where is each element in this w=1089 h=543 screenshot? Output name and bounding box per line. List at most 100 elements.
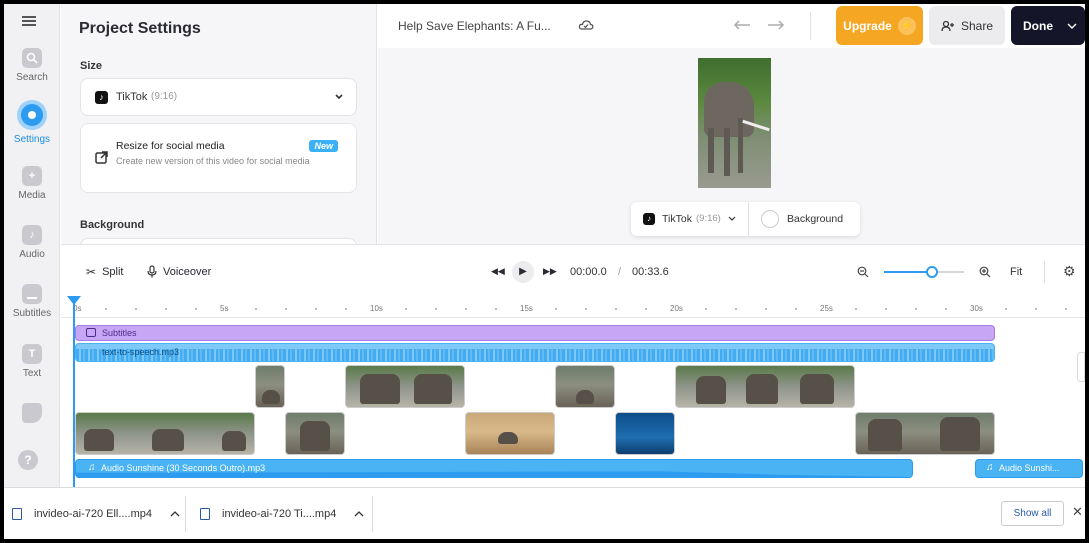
rail-item-audio[interactable]: ♪ Audio [4,225,60,260]
upgrade-button[interactable]: Upgrade ⚡ [836,6,923,45]
ruler-tick [585,308,587,310]
resize-description: Create new version of this video for soc… [116,156,310,166]
video-clip[interactable] [255,365,285,408]
size-value: TikTok [116,91,148,103]
rail-item-settings[interactable]: Settings [4,100,60,145]
music-label: Audio Sunshi... [999,463,1060,473]
redo-icon[interactable] [766,19,786,31]
search-icon [22,48,42,68]
video-clip[interactable] [555,365,615,408]
download-item-1[interactable]: invideo-ai-720 Ell....mp4 [12,488,180,539]
video-clip[interactable] [345,365,465,408]
total-time: 00:33.6 [632,266,669,278]
rail-item-text[interactable]: T Text [4,344,60,379]
zoom-in-icon[interactable] [979,266,991,278]
size-label: Size [80,60,103,72]
settings-icon [17,100,47,130]
rail-item-search[interactable]: Search [4,48,60,83]
media-icon: + [22,166,42,186]
done-button[interactable]: Done [1011,6,1085,45]
video-clip[interactable] [615,412,675,455]
background-label: Background [80,219,145,231]
ruler-tick [1005,308,1007,310]
ruler-tick [285,308,287,310]
chevron-up-icon[interactable] [170,510,180,518]
rail-item-label: Search [16,72,48,83]
share-button[interactable]: Share [929,6,1005,45]
ruler-tick-label: 5s [220,304,229,313]
format-name: TikTok [662,213,692,225]
ruler-tick [105,308,107,310]
rail-item-label: Subtitles [12,308,52,319]
skip-back-button[interactable]: ◀◀ [491,266,505,277]
undo-icon[interactable] [732,19,752,31]
menu-icon[interactable] [22,16,36,26]
rail-item-subtitles[interactable]: Subtitles [4,284,60,319]
show-all-button[interactable]: Show all [1001,501,1064,526]
video-clip[interactable] [855,412,995,455]
ruler-tick [855,308,857,310]
subtitles-track[interactable]: Subtitles [75,325,995,341]
rail-item-label: Audio [19,249,45,260]
rail-item-stickers[interactable] [4,403,60,427]
download-filename: invideo-ai-720 Ell....mp4 [34,508,153,520]
music-track[interactable]: ♫ Audio Sunshine (30 Seconds Outro).mp3 [75,459,913,478]
fit-button[interactable]: Fit [1010,266,1022,278]
microphone-icon [147,265,157,278]
settings-icon[interactable]: ⚙ [1063,263,1076,280]
download-item-2[interactable]: invideo-ai-720 Ti....mp4 [200,488,364,539]
zoom-slider-thumb[interactable] [926,266,938,278]
background-button[interactable]: Background [749,202,860,236]
tiktok-icon: ♪ [95,91,108,104]
rail-item-media[interactable]: + Media [4,166,60,201]
timeline-tracks: Subtitles text-to-speech.mp3 ♫ Audio Sun… [61,318,1085,487]
ruler-tick [795,308,797,310]
close-icon[interactable]: ✕ [1072,504,1083,520]
ruler-tick [645,308,647,310]
zoom-slider[interactable] [884,266,964,278]
zoom-out-icon[interactable] [857,266,869,278]
ruler-tick [405,308,407,310]
external-resize-icon [95,151,108,164]
timeline-ruler: 0s 5s 10s 15s 20s 25s 30s [61,296,1085,487]
video-clip[interactable] [285,412,345,455]
file-icon [12,508,22,520]
size-ratio: (9:16) [151,91,178,102]
video-clip[interactable] [675,365,855,408]
play-button[interactable]: ▶ [512,261,534,283]
scissors-icon: ✂ [86,265,97,279]
chevron-up-icon[interactable] [354,510,364,518]
ruler-tick [195,308,197,310]
format-dropdown[interactable]: ♪ TikTok (9:16) [631,202,749,236]
ruler-tick [345,308,347,310]
video-preview-frame[interactable] [698,58,771,188]
chevron-down-icon [335,94,343,100]
panel-toggle-handle[interactable] [1077,352,1085,382]
help-icon[interactable]: ? [18,450,38,470]
skip-forward-button[interactable]: ▶▶ [543,266,557,277]
rail-item-label: Text [22,368,42,379]
download-filename: invideo-ai-720 Ti....mp4 [222,508,337,520]
tts-audio-track[interactable]: text-to-speech.mp3 [75,343,995,362]
ruler-tick [915,308,917,310]
project-title[interactable]: Help Save Elephants: A Fu... [398,19,551,33]
ruler-tick-label: 20s [670,304,683,313]
size-dropdown[interactable]: ♪ TikTok (9:16) [80,78,357,116]
ruler-tick [465,308,467,310]
resize-social-card[interactable]: Resize for social media New Create new v… [80,123,357,193]
video-clip[interactable] [465,412,555,455]
audio-icon: ♪ [22,225,42,245]
ruler-tick [315,308,317,310]
music-track-2[interactable]: ♫ Audio Sunshi... [975,459,1083,478]
voiceover-button[interactable]: Voiceover [147,265,211,278]
ruler-tick [495,308,497,310]
ruler-tick-label: 15s [520,304,533,313]
new-badge: New [309,140,338,152]
split-label: Split [102,266,124,278]
chevron-down-icon [728,216,736,221]
sticker-icon [22,403,42,423]
done-label: Done [1023,18,1053,33]
split-button[interactable]: ✂ Split [86,265,123,279]
video-clip[interactable] [75,412,255,455]
upgrade-label: Upgrade [843,18,892,33]
